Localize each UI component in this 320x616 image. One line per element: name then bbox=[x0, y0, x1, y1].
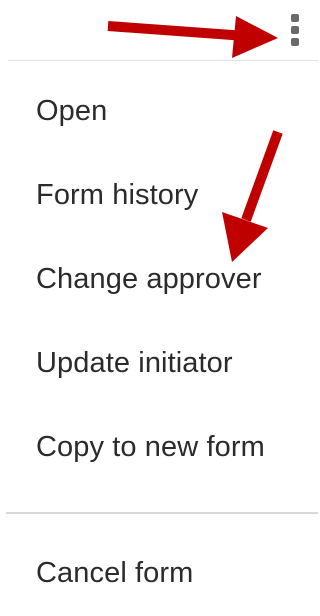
context-menu-screen: Open Form history Change approver Update… bbox=[0, 0, 318, 616]
menu-top-divider bbox=[8, 60, 318, 61]
kebab-dot bbox=[291, 14, 299, 22]
menu-item-label: Form history bbox=[36, 178, 199, 211]
menu-item-label: Update initiator bbox=[36, 346, 233, 379]
menu-item-cancel-form[interactable]: Cancel form bbox=[0, 538, 318, 608]
menu-item-label: Change approver bbox=[36, 262, 262, 295]
menu-section-divider bbox=[6, 512, 318, 514]
menu-item-label: Cancel form bbox=[36, 556, 194, 589]
menu-item-form-history[interactable]: Form history bbox=[0, 160, 318, 230]
menu-item-copy-to-new-form[interactable]: Copy to new form bbox=[0, 412, 318, 482]
kebab-dot bbox=[291, 26, 299, 34]
arrow-to-more-options-icon bbox=[107, 16, 278, 58]
menu-item-update-initiator[interactable]: Update initiator bbox=[0, 328, 318, 398]
menu-item-label: Copy to new form bbox=[36, 430, 265, 463]
menu-item-open[interactable]: Open bbox=[0, 76, 318, 146]
more-options-button[interactable] bbox=[284, 10, 306, 50]
kebab-dot bbox=[291, 38, 299, 46]
menu-item-change-approver[interactable]: Change approver bbox=[0, 244, 318, 314]
menu-item-label: Open bbox=[36, 94, 108, 127]
